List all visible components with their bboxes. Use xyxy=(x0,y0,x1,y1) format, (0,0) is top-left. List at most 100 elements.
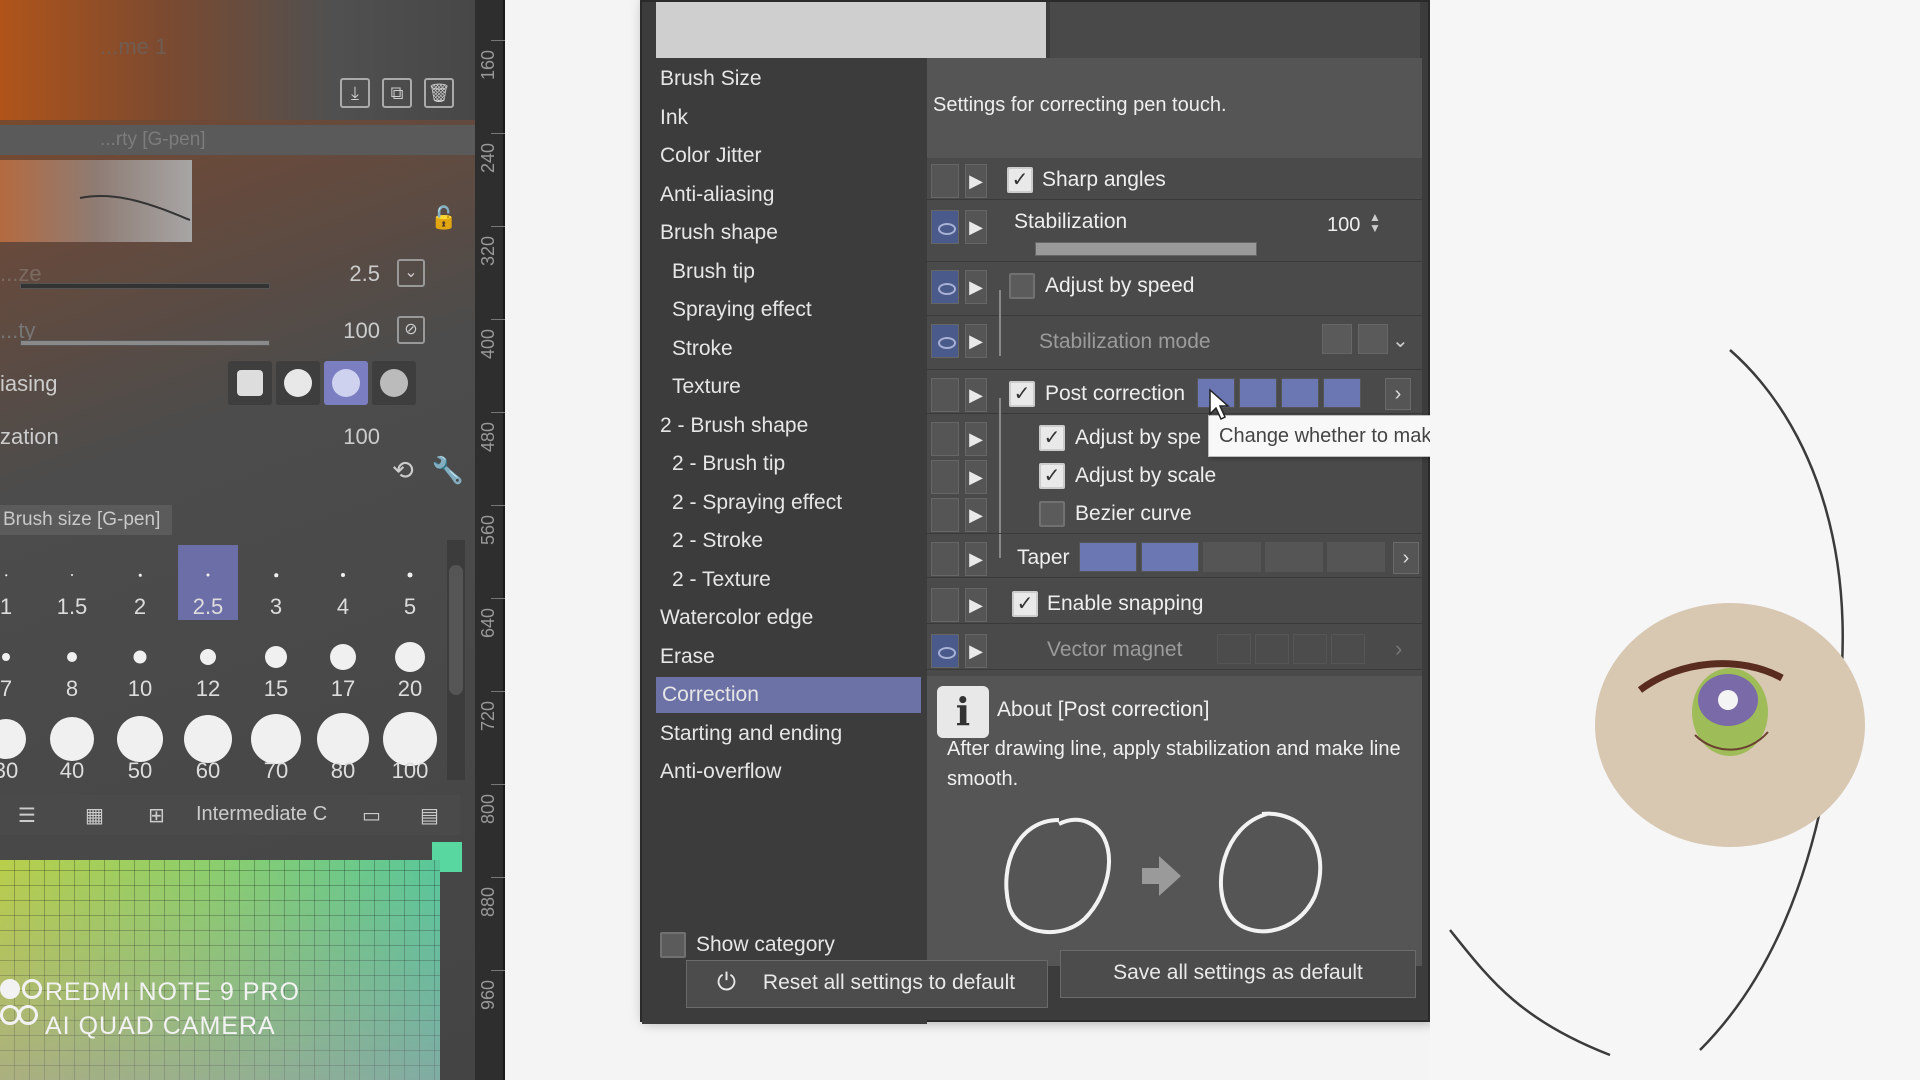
subtool-name[interactable]: ...me 1 xyxy=(100,34,167,60)
category-item[interactable]: 2 - Brush tip xyxy=(672,446,785,482)
chevron-down-icon[interactable]: ⌄ xyxy=(1392,328,1409,353)
category-item[interactable]: Brush tip xyxy=(672,254,755,290)
mode-option-2[interactable] xyxy=(1358,324,1388,354)
category-item[interactable]: Correction xyxy=(656,677,921,713)
approx-color-tab-icon[interactable]: ▭ xyxy=(362,803,381,828)
category-item[interactable]: Color Jitter xyxy=(660,138,762,174)
brush-size-cell[interactable]: 20 xyxy=(380,627,440,702)
category-item[interactable]: Anti-overflow xyxy=(660,754,781,790)
chevron-right-icon[interactable]: › xyxy=(1393,542,1419,574)
color-set-tab-icon[interactable]: ▦ xyxy=(85,803,104,828)
expand-arrow[interactable]: ▶ xyxy=(965,422,987,456)
brush-size-slider[interactable] xyxy=(20,283,270,289)
brush-size-cell[interactable]: 1.5 xyxy=(42,545,102,620)
palette-tab-icon[interactable]: ☰ xyxy=(18,803,36,828)
expand-arrow[interactable]: ▶ xyxy=(965,270,987,304)
import-icon[interactable]: ⤓ xyxy=(340,78,370,108)
aa-weak-option[interactable] xyxy=(276,361,320,405)
eye-toggle[interactable] xyxy=(931,378,959,412)
category-item[interactable]: Brush Size xyxy=(660,61,762,97)
brush-size-cell[interactable]: 30 xyxy=(0,709,36,784)
history-tab-icon[interactable]: ▤ xyxy=(420,803,439,828)
category-item[interactable]: Ink xyxy=(660,100,688,136)
sharp-angles-checkbox[interactable]: ✓ xyxy=(1007,167,1033,193)
brush-size-cell[interactable]: 2 xyxy=(110,545,170,620)
brush-size-cell[interactable]: 12 xyxy=(178,627,238,702)
category-item[interactable]: Watercolor edge xyxy=(660,600,813,636)
aa-medium-option[interactable] xyxy=(324,361,368,405)
brush-size-cell[interactable]: 2.5 xyxy=(178,545,238,620)
post-adjust-by-speed-checkbox[interactable]: ✓ xyxy=(1039,425,1065,451)
brush-size-cell[interactable]: 3 xyxy=(246,545,306,620)
mode-option-1[interactable] xyxy=(1322,324,1352,354)
brush-size-cell[interactable]: 1 xyxy=(0,545,36,620)
eye-icon[interactable] xyxy=(931,270,959,304)
stabilization-setting-value[interactable]: 100 xyxy=(1327,214,1360,237)
show-category-checkbox[interactable] xyxy=(660,932,686,958)
category-item[interactable]: Erase xyxy=(660,639,715,675)
brush-size-cell[interactable]: 70 xyxy=(246,709,306,784)
opacity-slider[interactable] xyxy=(20,340,270,346)
chevron-right-icon[interactable]: › xyxy=(1385,378,1411,410)
category-item[interactable]: Spraying effect xyxy=(672,292,812,328)
brush-size-cell[interactable]: 17 xyxy=(313,627,373,702)
expand-arrow[interactable]: ▶ xyxy=(965,498,987,532)
taper-level[interactable] xyxy=(1079,542,1385,572)
expand-arrow[interactable]: ▶ xyxy=(965,324,987,358)
enable-snapping-checkbox[interactable]: ✓ xyxy=(1012,591,1038,617)
chevron-right-icon[interactable]: › xyxy=(1395,636,1402,662)
brush-size-scrollbar[interactable] xyxy=(447,540,465,780)
eye-icon[interactable] xyxy=(931,324,959,358)
brush-size-cell[interactable]: 40 xyxy=(42,709,102,784)
eye-toggle[interactable] xyxy=(931,588,959,622)
trash-icon[interactable]: 🗑 xyxy=(424,78,454,108)
lock-icon[interactable]: 🔓 xyxy=(430,205,457,231)
show-category-toggle[interactable]: Show category xyxy=(660,932,835,958)
intermediate-color-icon[interactable]: ⊞ xyxy=(148,803,165,828)
brush-size-cell[interactable]: 5 xyxy=(380,545,440,620)
brush-size-cell[interactable]: 7 xyxy=(0,627,36,702)
brush-size-cell[interactable]: 80 xyxy=(313,709,373,784)
reset-icon[interactable]: ⟲ xyxy=(392,455,414,486)
post-correction-checkbox[interactable]: ✓ xyxy=(1009,381,1035,407)
brush-size-cell[interactable]: 15 xyxy=(246,627,306,702)
category-item[interactable]: 2 - Brush shape xyxy=(660,408,808,444)
brush-size-cell[interactable]: 60 xyxy=(178,709,238,784)
expand-arrow[interactable]: ▶ xyxy=(965,542,987,576)
eye-toggle[interactable] xyxy=(931,422,959,456)
opacity-toggle-icon[interactable]: ⊘ xyxy=(397,316,425,344)
pressure-icon[interactable]: ⌄ xyxy=(397,259,425,287)
intermediate-color-tab[interactable]: Intermediate C xyxy=(196,803,327,826)
stabilization-mode-options[interactable] xyxy=(1322,324,1388,354)
eye-toggle[interactable] xyxy=(931,498,959,532)
category-item[interactable]: Texture xyxy=(672,369,741,405)
intermediate-color-grid[interactable] xyxy=(0,860,440,1080)
vector-magnet-level[interactable] xyxy=(1217,634,1365,664)
adjust-by-scale-checkbox[interactable]: ✓ xyxy=(1039,463,1065,489)
expand-arrow[interactable]: ▶ xyxy=(965,588,987,622)
expand-arrow[interactable]: ▶ xyxy=(965,210,987,244)
duplicate-icon[interactable]: ⧉ xyxy=(382,78,412,108)
reset-all-settings-button[interactable]: ⏻ Reset all settings to default xyxy=(686,960,1048,1008)
brush-size-cell[interactable]: 4 xyxy=(313,545,373,620)
brush-size-value[interactable]: 2.5 xyxy=(349,261,380,287)
expand-arrow[interactable]: ▶ xyxy=(965,378,987,412)
expand-arrow[interactable]: ▶ xyxy=(965,634,987,668)
eye-icon[interactable] xyxy=(931,634,959,668)
stabilization-slider[interactable] xyxy=(1035,242,1257,256)
category-item[interactable]: Starting and ending xyxy=(660,716,842,752)
wrench-icon[interactable]: 🔧 xyxy=(432,455,464,486)
expand-arrow[interactable]: ▶ xyxy=(965,460,987,494)
aa-none-option[interactable] xyxy=(228,361,272,405)
opacity-value[interactable]: 100 xyxy=(343,318,380,344)
stabilization-spinner[interactable]: ▲ ▼ xyxy=(1369,211,1381,234)
bezier-curve-checkbox[interactable] xyxy=(1039,501,1065,527)
save-all-settings-button[interactable]: Save all settings as default xyxy=(1060,950,1416,998)
category-item[interactable]: Anti-aliasing xyxy=(660,177,774,213)
brush-size-cell[interactable]: 10 xyxy=(110,627,170,702)
category-item[interactable]: 2 - Spraying effect xyxy=(672,485,842,521)
eye-toggle[interactable] xyxy=(931,164,959,198)
category-item[interactable]: Brush shape xyxy=(660,215,778,251)
adjust-by-speed-checkbox[interactable] xyxy=(1009,273,1035,299)
brush-size-cell[interactable]: 50 xyxy=(110,709,170,784)
